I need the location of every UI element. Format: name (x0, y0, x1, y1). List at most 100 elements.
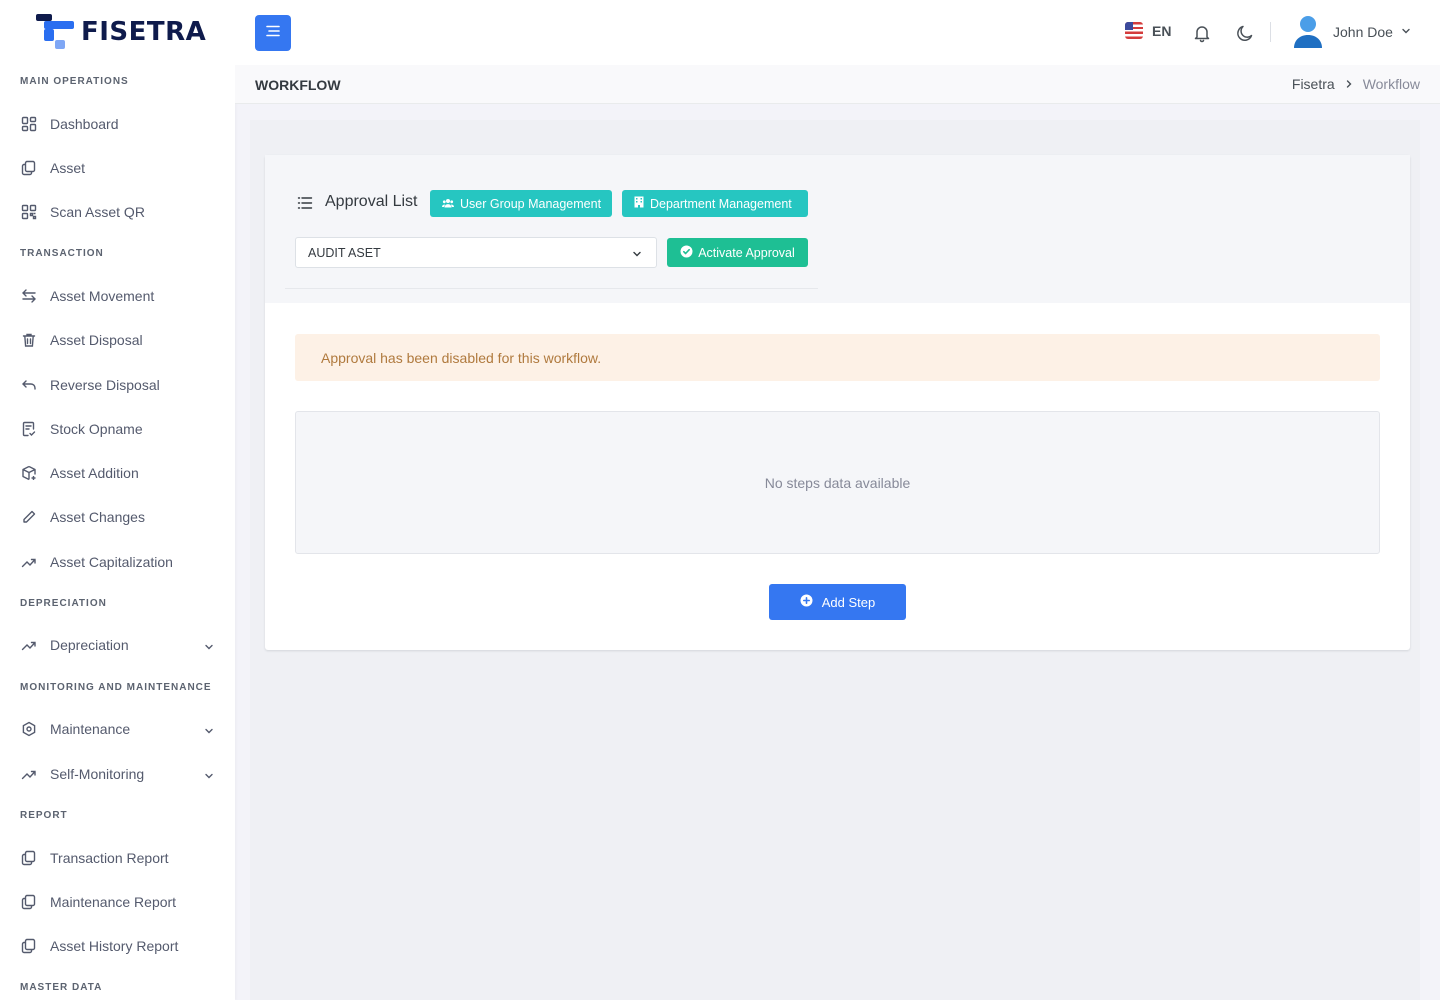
us-flag-icon (1125, 22, 1143, 39)
plus-circle-icon (800, 594, 822, 610)
approval-card: Approval List User Group Management Depa… (265, 155, 1410, 650)
sidebar-item-label: Maintenance Report (50, 894, 177, 910)
hexagon-settings-icon (20, 720, 38, 738)
sidebar-item-label: Self-Monitoring (50, 766, 145, 782)
workflow-select-value: AUDIT ASET (308, 245, 381, 260)
topbar: EN John Doe (235, 0, 1440, 65)
sidebar-item-label: Depreciation (50, 637, 129, 653)
moon-icon[interactable] (1235, 23, 1255, 48)
section-depreciation: DEPRECIATION (20, 598, 107, 609)
sidebar-item-label: Maintenance (50, 721, 131, 737)
trending-up-icon (20, 636, 38, 654)
list-icon (297, 196, 313, 215)
section-transaction: TRANSACTION (20, 248, 104, 259)
sidebar-item-label: Asset Capitalization (50, 554, 173, 570)
hamburger-icon (265, 24, 281, 43)
card-title: Approval List (325, 193, 418, 210)
chevron-down-icon (204, 768, 214, 784)
trending-up-icon (20, 553, 38, 571)
copy-icon (20, 159, 38, 177)
copy-icon (20, 937, 38, 955)
user-group-management-label: User Group Management (460, 196, 602, 211)
sidebar-item-self-monitoring[interactable]: Self-Monitoring (20, 760, 220, 788)
brand-name: FISETRA (81, 17, 207, 47)
approval-disabled-alert: Approval has been disabled for this work… (295, 334, 1380, 381)
sidebar-item-label: Reverse Disposal (50, 377, 160, 393)
workflow-select[interactable]: AUDIT ASET (295, 237, 657, 268)
sidebar-item-stock-opname[interactable]: Stock Opname (20, 415, 220, 443)
empty-state-text: No steps data available (764, 474, 911, 491)
bell-icon[interactable] (1192, 23, 1212, 48)
section-main-operations: MAIN OPERATIONS (20, 76, 129, 87)
checklist-icon (20, 420, 38, 438)
sidebar-item-label: Dashboard (50, 116, 119, 132)
sidebar-item-label: Stock Opname (50, 421, 143, 437)
building-icon (634, 196, 650, 211)
department-management-label: Department Management (650, 196, 792, 211)
logo-mark-icon (36, 14, 76, 50)
sidebar-item-maintenance[interactable]: Maintenance (20, 715, 220, 743)
department-management-button[interactable]: Department Management (622, 190, 808, 217)
sidebar-item-label: Asset (50, 160, 86, 176)
sidebar-item-maintenance-report[interactable]: Maintenance Report (20, 888, 220, 916)
sidebar-item-asset[interactable]: Asset (20, 154, 220, 182)
user-group-management-button[interactable]: User Group Management (430, 190, 612, 217)
add-step-button[interactable]: Add Step (769, 584, 906, 620)
sidebar-item-label: Asset Changes (50, 509, 145, 525)
chevron-right-icon (1345, 76, 1353, 92)
copy-icon (20, 849, 38, 867)
breadcrumb-home-link[interactable]: Fisetra (1292, 76, 1335, 92)
section-master-data: MASTER DATA (20, 982, 103, 993)
sidebar-item-asset-disposal[interactable]: Asset Disposal (20, 326, 220, 354)
page-title-bar: WORKFLOW Fisetra Workflow (235, 65, 1440, 104)
dashboard-icon (20, 115, 38, 133)
header-divider (285, 288, 818, 289)
sidebar-item-asset-changes[interactable]: Asset Changes (20, 503, 220, 531)
sidebar-item-reverse-disposal[interactable]: Reverse Disposal (20, 371, 220, 399)
activate-approval-label: Activate Approval (698, 245, 795, 260)
sidebar: FISETRA MAIN OPERATIONS Dashboard Asset … (0, 0, 235, 1000)
topbar-divider (1270, 22, 1271, 42)
sidebar-item-label: Scan Asset QR (50, 204, 145, 220)
qr-icon (20, 203, 38, 221)
user-name: John Doe (1333, 24, 1393, 40)
sidebar-item-dashboard[interactable]: Dashboard (20, 110, 220, 138)
pencil-icon (20, 508, 38, 526)
sidebar-item-label: Asset Movement (50, 288, 155, 304)
add-step-label: Add Step (821, 594, 876, 610)
users-icon (442, 197, 460, 211)
chevron-down-icon (1401, 23, 1411, 41)
sidebar-item-label: Asset History Report (50, 938, 179, 954)
chevron-down-icon (632, 248, 642, 262)
copy-icon (20, 893, 38, 911)
sidebar-item-asset-addition[interactable]: Asset Addition (20, 459, 220, 487)
sidebar-item-depreciation[interactable]: Depreciation (20, 631, 220, 659)
sidebar-item-asset-history-report[interactable]: Asset History Report (20, 932, 220, 960)
sidebar-item-asset-movement[interactable]: Asset Movement (20, 282, 220, 310)
section-monitoring-maintenance: MONITORING AND MAINTENANCE (20, 682, 212, 693)
breadcrumb: Fisetra Workflow (1292, 76, 1420, 92)
breadcrumb-current: Workflow (1362, 76, 1420, 92)
box-add-icon (20, 464, 38, 482)
steps-empty-state: No steps data available (295, 411, 1380, 554)
sidebar-item-scan-asset-qr[interactable]: Scan Asset QR (20, 198, 220, 226)
language-label: EN (1152, 22, 1172, 39)
sidebar-item-label: Transaction Report (50, 850, 169, 866)
chevron-down-icon (204, 639, 214, 655)
check-circle-icon (680, 245, 698, 261)
menu-toggle-button[interactable] (255, 15, 291, 51)
brand-logo[interactable]: FISETRA (36, 14, 206, 50)
user-menu[interactable]: John Doe (1293, 15, 1411, 49)
trash-icon (20, 331, 38, 349)
swap-icon (20, 287, 38, 305)
avatar (1293, 15, 1323, 49)
activate-approval-button[interactable]: Activate Approval (667, 238, 808, 267)
card-header: Approval List User Group Management Depa… (265, 155, 1410, 303)
sidebar-item-label: Asset Addition (50, 465, 139, 481)
reply-icon (20, 376, 38, 394)
trending-up-icon (20, 765, 38, 783)
section-report: REPORT (20, 810, 68, 821)
sidebar-item-asset-capitalization[interactable]: Asset Capitalization (20, 548, 220, 576)
language-switcher[interactable]: EN (1125, 22, 1171, 39)
sidebar-item-transaction-report[interactable]: Transaction Report (20, 844, 220, 872)
